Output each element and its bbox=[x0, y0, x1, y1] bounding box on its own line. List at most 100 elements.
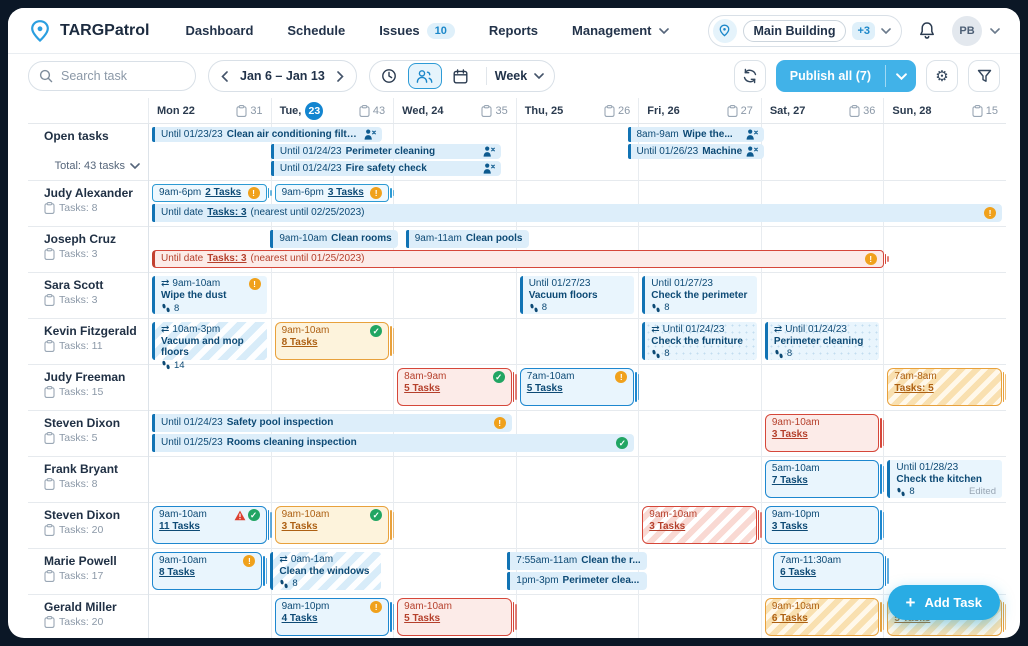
task-card[interactable]: Until 01/24/23Safety pool inspection! bbox=[152, 414, 512, 432]
card-tasks-link[interactable]: 6 Tasks bbox=[772, 613, 873, 625]
task-card[interactable]: Until 01/27/23Check the perimeter8 bbox=[642, 276, 757, 314]
task-card[interactable]: Until 01/26/23Machine bbox=[628, 144, 765, 159]
task-card[interactable]: 7am-8amTasks: 5 bbox=[887, 368, 1002, 406]
card-tasks-link[interactable]: 8 Tasks bbox=[282, 337, 383, 349]
card-tasks-link[interactable]: 3 Tasks bbox=[328, 187, 364, 199]
check-icon: ✓ bbox=[248, 509, 260, 521]
task-card[interactable]: 7:55am-11amClean the r... bbox=[507, 552, 646, 570]
task-card[interactable]: 9am-10pm3 Tasks bbox=[765, 506, 880, 544]
prev-week-button[interactable] bbox=[217, 69, 232, 84]
notifications-button[interactable] bbox=[918, 21, 936, 40]
card-tasks-link[interactable]: Tasks: 5 bbox=[894, 383, 995, 395]
task-card[interactable]: 9am-6pm2 Tasks! bbox=[152, 184, 267, 202]
task-card[interactable]: 9am-10amClean rooms bbox=[270, 230, 397, 248]
day-header-spacer bbox=[28, 98, 148, 123]
nav-item-reports[interactable]: Reports bbox=[489, 23, 538, 38]
card-tasks-link[interactable]: 3 Tasks bbox=[649, 521, 750, 533]
task-card[interactable]: 7am-10am!5 Tasks bbox=[520, 368, 635, 406]
task-card[interactable]: ⇄Until 01/24/23Perimeter cleaning8 bbox=[765, 322, 880, 360]
task-card[interactable]: Until 01/28/23Check the kitchen8Edited bbox=[887, 460, 1002, 498]
alert-triangle-icon bbox=[234, 510, 246, 521]
task-card[interactable]: Until 01/24/23Perimeter cleaning bbox=[271, 144, 501, 159]
card-tasks-link[interactable]: 2 Tasks bbox=[205, 187, 241, 199]
app-logo: TARGPatrol bbox=[28, 19, 149, 43]
task-card[interactable]: ⇄Until 01/24/23Check the furniture8 bbox=[642, 322, 757, 360]
task-card[interactable]: 5am-10am7 Tasks bbox=[765, 460, 880, 498]
open-tasks-total[interactable]: Total: 43 tasks bbox=[55, 160, 140, 172]
settings-button[interactable]: ⚙ bbox=[926, 60, 958, 92]
task-card[interactable]: ⇄0am-1amClean the windows8 bbox=[270, 552, 380, 590]
task-card[interactable]: 9am-10am3 Tasks bbox=[642, 506, 757, 544]
card-tasks-link[interactable]: Tasks: 3 bbox=[207, 253, 246, 265]
next-week-button[interactable] bbox=[333, 69, 348, 84]
clipboard-icon bbox=[44, 616, 55, 628]
clipboard-icon bbox=[359, 105, 370, 117]
nav-item-dashboard[interactable]: Dashboard bbox=[185, 23, 253, 38]
card-tasks-link[interactable]: 3 Tasks bbox=[772, 521, 873, 533]
timeline-view-button[interactable] bbox=[372, 63, 406, 89]
card-tasks-link[interactable]: Tasks: 3 bbox=[207, 207, 246, 219]
task-card[interactable]: Until 01/24/23Fire safety check bbox=[271, 161, 501, 176]
filter-button[interactable] bbox=[968, 60, 1000, 92]
calendar-view-button[interactable] bbox=[444, 63, 478, 89]
card-tasks-link[interactable]: 4 Tasks bbox=[282, 613, 383, 625]
task-card[interactable]: 9am-10am6 Tasks bbox=[765, 598, 880, 636]
task-card[interactable]: 8am-9am✓5 Tasks bbox=[397, 368, 512, 406]
chevron-down-icon bbox=[534, 73, 544, 79]
task-card[interactable]: 8am-9amWipe the... bbox=[628, 127, 765, 142]
today-badge: 23 bbox=[305, 102, 323, 120]
card-tasks-link[interactable]: 5 Tasks bbox=[527, 383, 628, 395]
checkpoint-count: 8 bbox=[787, 348, 792, 359]
task-card[interactable]: Until 01/25/23Rooms cleaning inspection✓ bbox=[152, 434, 634, 452]
card-time: Until 01/23/23 bbox=[161, 129, 223, 141]
nav-item-schedule[interactable]: Schedule bbox=[287, 23, 345, 38]
task-card[interactable]: 9am-10am✓3 Tasks bbox=[275, 506, 390, 544]
task-card[interactable]: Until 01/27/23Vacuum floors8 bbox=[520, 276, 635, 314]
task-card[interactable]: Until dateTasks: 3(nearest until 01/25/2… bbox=[152, 250, 884, 268]
add-task-button[interactable]: + Add Task bbox=[888, 585, 1001, 620]
task-card[interactable]: 9am-10am✓8 Tasks bbox=[275, 322, 390, 360]
location-selector[interactable]: Main Building +3 bbox=[708, 15, 902, 47]
nav-item-label: Dashboard bbox=[185, 23, 253, 38]
card-tasks-link[interactable]: 7 Tasks bbox=[772, 475, 873, 487]
task-card[interactable]: 9am-10am✓11 Tasks bbox=[152, 506, 267, 544]
people-view-button[interactable] bbox=[408, 63, 442, 89]
period-select[interactable]: Week bbox=[495, 69, 544, 83]
task-card[interactable]: 1pm-3pmPerimeter clea... bbox=[507, 572, 646, 590]
card-tasks-link[interactable]: 3 Tasks bbox=[772, 429, 873, 441]
checkpoints-icon bbox=[651, 349, 661, 359]
clipboard-icon bbox=[727, 105, 738, 117]
calendar-icon bbox=[453, 69, 468, 84]
task-card[interactable]: ⇄9am-10am!Wipe the dust8 bbox=[152, 276, 267, 314]
row-task-count: Tasks: 3 bbox=[44, 248, 140, 260]
card-tasks-link[interactable]: 8 Tasks bbox=[159, 567, 255, 579]
card-tasks-link[interactable]: 3 Tasks bbox=[282, 521, 383, 533]
task-card[interactable]: 9am-10am3 Tasks bbox=[765, 414, 880, 452]
publish-dropdown[interactable] bbox=[886, 60, 916, 92]
task-card[interactable]: 9am-10pm!4 Tasks bbox=[275, 598, 390, 636]
search-input[interactable] bbox=[28, 61, 196, 91]
nav-item-label: Reports bbox=[489, 23, 538, 38]
card-title: Clean the windows bbox=[279, 566, 374, 578]
calendar-row: Kevin FitzgeraldTasks: 11⇄10am-3pmVacuum… bbox=[28, 319, 1006, 365]
card-tasks-link[interactable]: 5 Tasks bbox=[404, 613, 505, 625]
task-card[interactable]: 9am-10am!8 Tasks bbox=[152, 552, 262, 590]
date-range-label: Jan 6 – Jan 13 bbox=[236, 69, 329, 83]
clipboard-icon bbox=[236, 105, 247, 117]
card-tasks-link[interactable]: 11 Tasks bbox=[159, 521, 260, 533]
task-card[interactable]: 9am-6pm3 Tasks! bbox=[275, 184, 390, 202]
publish-all-button[interactable]: Publish all (7) bbox=[776, 60, 916, 92]
refresh-button[interactable] bbox=[734, 60, 766, 92]
task-card[interactable]: ⇄10am-3pmVacuum and mop floors14 bbox=[152, 322, 267, 360]
card-tasks-link[interactable]: 5 Tasks bbox=[404, 383, 505, 395]
checkpoint-count: 8 bbox=[292, 578, 297, 589]
task-card[interactable]: Until 01/23/23Clean air conditioning fil… bbox=[152, 127, 382, 142]
nav-item-issues[interactable]: Issues10 bbox=[379, 23, 455, 39]
card-tasks-link[interactable]: 6 Tasks bbox=[780, 567, 876, 579]
user-menu[interactable]: PB bbox=[952, 16, 1000, 46]
task-card[interactable]: Until dateTasks: 3(nearest until 02/25/2… bbox=[152, 204, 1002, 222]
task-card[interactable]: 9am-10am5 Tasks bbox=[397, 598, 512, 636]
nav-item-management[interactable]: Management bbox=[572, 23, 668, 38]
task-card[interactable]: 7am-11:30am6 Tasks bbox=[773, 552, 883, 590]
task-card[interactable]: 9am-11amClean pools bbox=[406, 230, 529, 248]
